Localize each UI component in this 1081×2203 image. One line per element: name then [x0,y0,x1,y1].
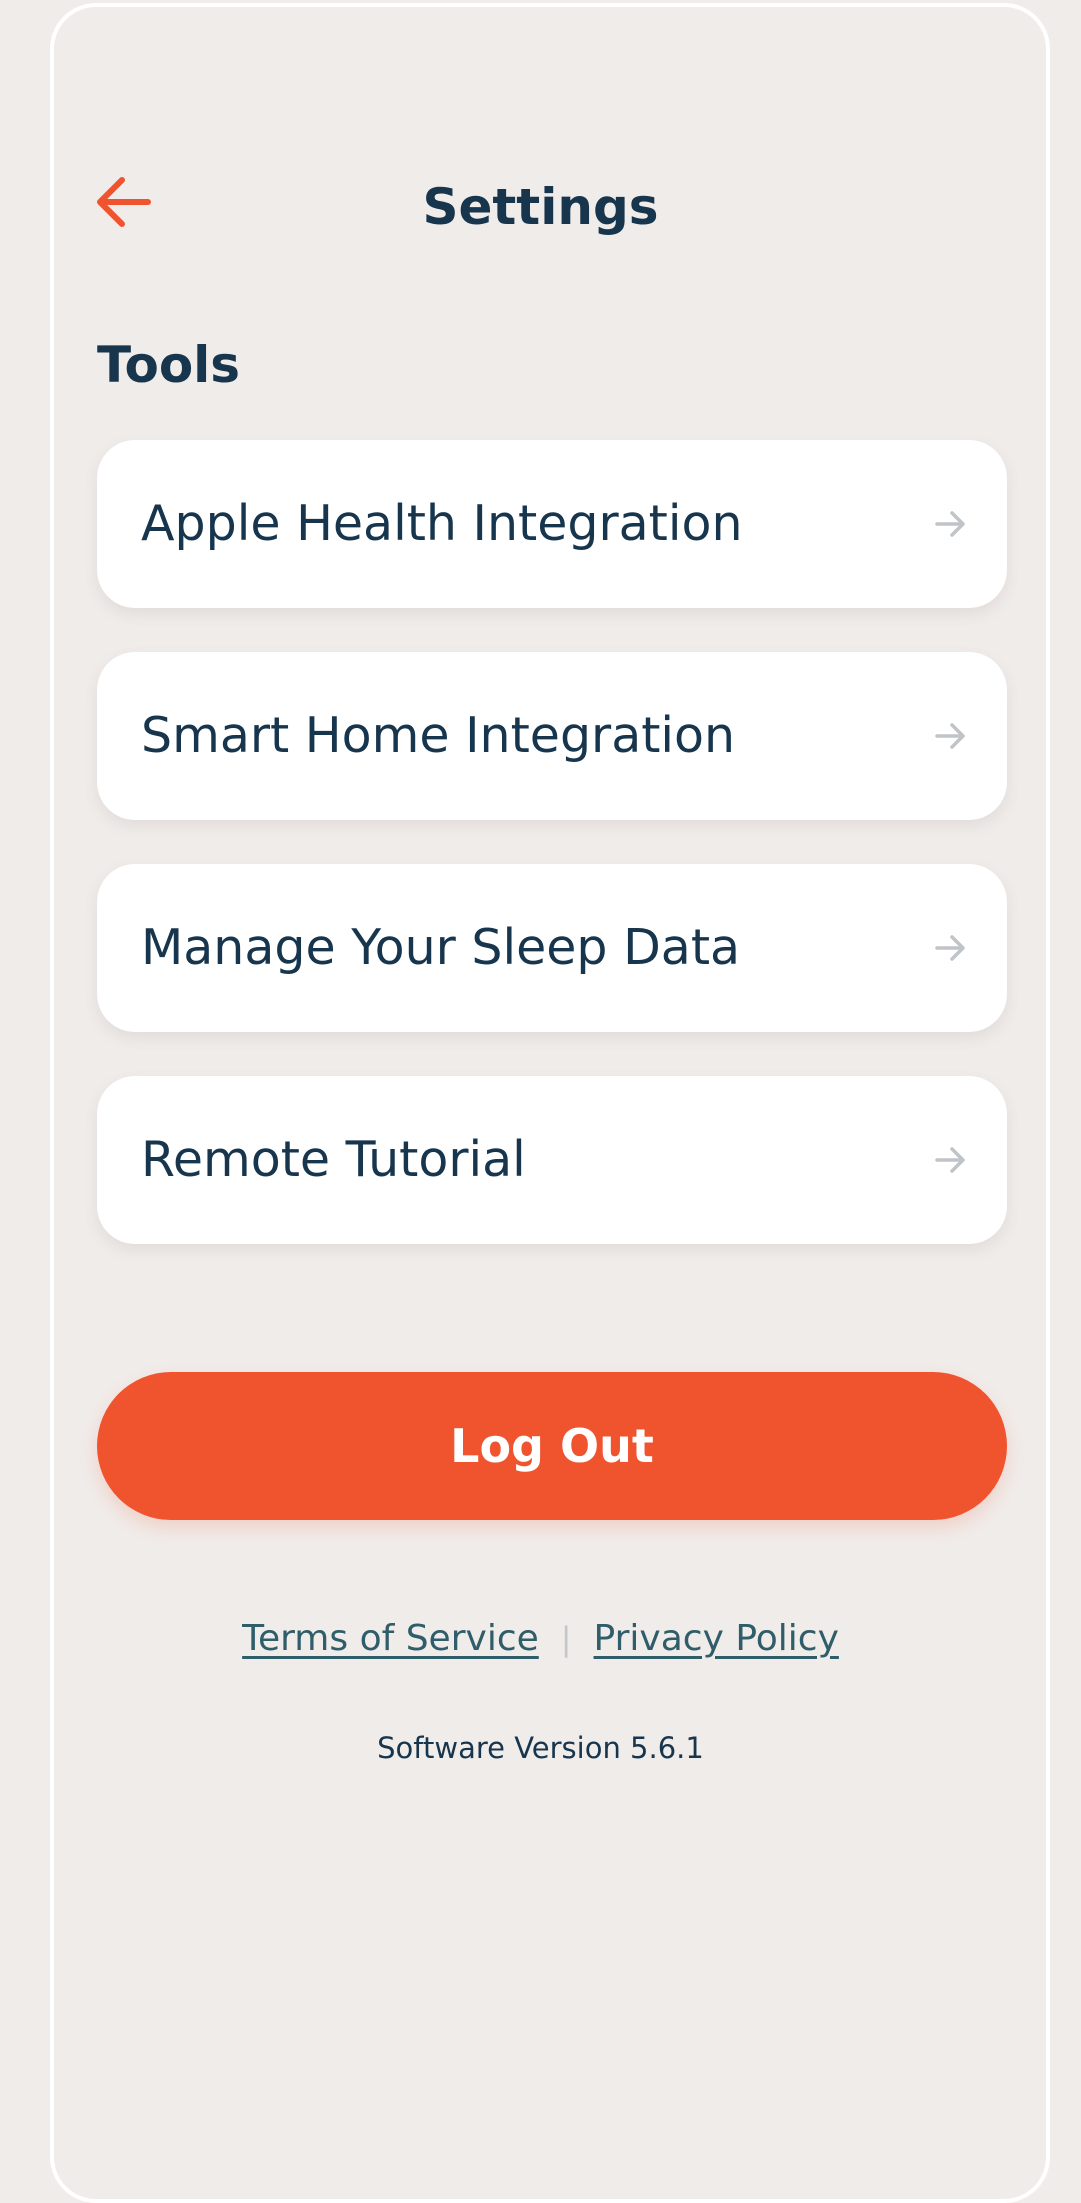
menu-item-label: Apple Health Integration [141,495,743,552]
menu-item-remote-tutorial[interactable]: Remote Tutorial [97,1076,1007,1244]
terms-of-service-link[interactable]: Terms of Service [242,1618,539,1659]
menu-item-label: Remote Tutorial [141,1131,526,1188]
arrow-right-icon [935,1147,965,1173]
legal-links: Terms of Service | Privacy Policy [0,1612,1081,1666]
menu-item-apple-health[interactable]: Apple Health Integration [97,440,1007,608]
arrow-right-icon [935,511,965,537]
menu-item-smart-home[interactable]: Smart Home Integration [97,652,1007,820]
menu-item-label: Manage Your Sleep Data [141,919,741,976]
section-heading-tools: Tools [97,336,241,394]
software-version: Software Version 5.6.1 [377,1731,704,1765]
arrow-right-icon [935,723,965,749]
privacy-policy-link[interactable]: Privacy Policy [594,1618,839,1659]
menu-item-label: Smart Home Integration [141,707,736,764]
logout-button[interactable]: Log Out [97,1372,1007,1520]
arrow-right-icon [935,935,965,961]
menu-item-sleep-data[interactable]: Manage Your Sleep Data [97,864,1007,1032]
tools-list: Apple Health Integration Smart Home Inte… [97,440,1007,1288]
page-title: Settings [422,178,659,236]
link-separator: | [560,1620,572,1658]
